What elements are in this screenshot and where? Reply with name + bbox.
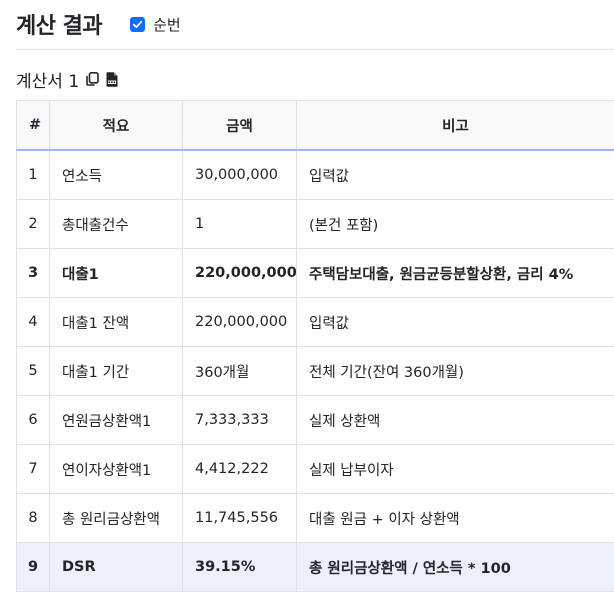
header: 계산 결과 순번 bbox=[16, 0, 614, 48]
row-remarks: 주택담보대출, 원금균등분할상환, 금리 4% bbox=[296, 248, 614, 298]
row-amount: 30,000,000 bbox=[182, 149, 297, 200]
result-table: # 적요 금액 비고 1 연소득 30,000,000 입력값 2 총대출건수 … bbox=[16, 100, 614, 592]
row-amount: 360개월 bbox=[182, 346, 297, 396]
row-description: 연원금상환액1 bbox=[49, 395, 183, 445]
table-row: 1 연소득 30,000,000 입력값 bbox=[16, 149, 614, 200]
row-description: 총대출건수 bbox=[49, 199, 183, 249]
row-number: 5 bbox=[16, 346, 50, 396]
row-remarks: 전체 기간(잔여 360개월) bbox=[296, 346, 614, 396]
checkbox-checked-icon[interactable] bbox=[130, 16, 146, 32]
row-remarks: (본건 포함) bbox=[296, 199, 614, 249]
row-amount: 11,745,556 bbox=[182, 493, 297, 543]
row-amount: 220,000,000 bbox=[182, 297, 297, 347]
row-number: 8 bbox=[16, 493, 50, 543]
table-row: 8 총 원리금상환액 11,745,556 대출 원금 + 이자 상환액 bbox=[16, 493, 614, 543]
row-number: 6 bbox=[16, 395, 50, 445]
row-description: DSR bbox=[49, 542, 183, 592]
table-row: 7 연이자상환액1 4,412,222 실제 납부이자 bbox=[16, 444, 614, 494]
row-number: 1 bbox=[16, 149, 50, 200]
header-description: 적요 bbox=[49, 100, 183, 151]
table-row-total: 9 DSR 39.15% 총 원리금상환액 / 연소득 * 100 bbox=[16, 542, 614, 592]
csv-file-icon[interactable] bbox=[104, 71, 120, 87]
row-amount: 39.15% bbox=[182, 542, 297, 592]
row-remarks: 입력값 bbox=[296, 149, 614, 200]
row-amount: 4,412,222 bbox=[182, 444, 297, 494]
section-title: 계산서 1 bbox=[16, 71, 80, 92]
row-number: 7 bbox=[16, 444, 50, 494]
table-row: 5 대출1 기간 360개월 전체 기간(잔여 360개월) bbox=[16, 346, 614, 396]
table-row: 2 총대출건수 1 (본건 포함) bbox=[16, 199, 614, 249]
table-header-row: # 적요 금액 비고 bbox=[16, 100, 614, 151]
row-remarks: 총 원리금상환액 / 연소득 * 100 bbox=[296, 542, 614, 592]
checkbox-label: 순번 bbox=[153, 15, 181, 34]
row-number: 2 bbox=[16, 199, 50, 249]
row-description: 연소득 bbox=[49, 149, 183, 200]
table-row: 4 대출1 잔액 220,000,000 입력값 bbox=[16, 297, 614, 347]
header-number: # bbox=[16, 100, 50, 151]
row-amount: 1 bbox=[182, 199, 297, 249]
row-number: 9 bbox=[16, 542, 50, 592]
row-remarks: 대출 원금 + 이자 상환액 bbox=[296, 493, 614, 543]
row-description: 대출1 bbox=[49, 248, 183, 298]
row-description: 대출1 잔액 bbox=[49, 297, 183, 347]
row-remarks: 입력값 bbox=[296, 297, 614, 347]
row-description: 대출1 기간 bbox=[49, 346, 183, 396]
row-number: 3 bbox=[16, 248, 50, 298]
row-remarks: 실제 납부이자 bbox=[296, 444, 614, 494]
row-description: 총 원리금상환액 bbox=[49, 493, 183, 543]
row-number: 4 bbox=[16, 297, 50, 347]
row-description: 연이자상환액1 bbox=[49, 444, 183, 494]
row-amount: 7,333,333 bbox=[182, 395, 297, 445]
copy-icon[interactable] bbox=[84, 71, 100, 87]
table-row: 6 연원금상환액1 7,333,333 실제 상환액 bbox=[16, 395, 614, 445]
row-amount: 220,000,000 bbox=[182, 248, 297, 298]
header-amount: 금액 bbox=[182, 100, 297, 151]
page-title: 계산 결과 bbox=[16, 14, 103, 39]
table-row: 3 대출1 220,000,000 주택담보대출, 원금균등분할상환, 금리 4… bbox=[16, 248, 614, 298]
divider bbox=[16, 49, 614, 50]
row-remarks: 실제 상환액 bbox=[296, 395, 614, 445]
section-title-row: 계산서 1 bbox=[16, 66, 120, 92]
header-remarks: 비고 bbox=[296, 100, 614, 151]
sequence-checkbox[interactable]: 순번 bbox=[130, 14, 181, 35]
